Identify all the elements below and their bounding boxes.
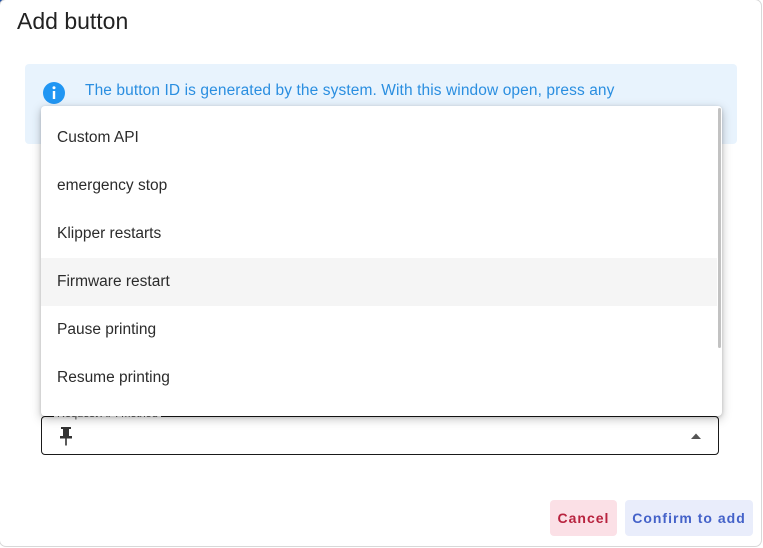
cancel-button[interactable]: Cancel	[550, 500, 617, 536]
pin-icon	[60, 427, 72, 446]
menu-item-custom-api[interactable]: Custom API	[41, 114, 717, 162]
request-api-method-select[interactable]: Request API method	[41, 408, 719, 455]
menu-item-firmware-restart[interactable]: Firmware restart	[41, 258, 717, 306]
info-text: The button ID is generated by the system…	[85, 82, 615, 99]
dropdown-menu: Custom API emergency stop Klipper restar…	[41, 106, 722, 416]
dialog-title: Add button	[17, 8, 129, 34]
menu-scrollbar[interactable]	[718, 108, 721, 348]
menu-item-klipper-restarts[interactable]: Klipper restarts	[41, 210, 717, 258]
add-button-dialog: Add button The button ID is generated by…	[0, 0, 761, 546]
caret-up-icon[interactable]	[690, 432, 702, 440]
confirm-add-button[interactable]: Confirm to add	[625, 500, 753, 536]
menu-item-emergency-stop[interactable]: emergency stop	[41, 162, 717, 210]
info-circle-icon	[43, 82, 65, 104]
menu-item-pause-printing[interactable]: Pause printing	[41, 306, 717, 354]
menu-item-resume-printing[interactable]: Resume printing	[41, 354, 717, 402]
